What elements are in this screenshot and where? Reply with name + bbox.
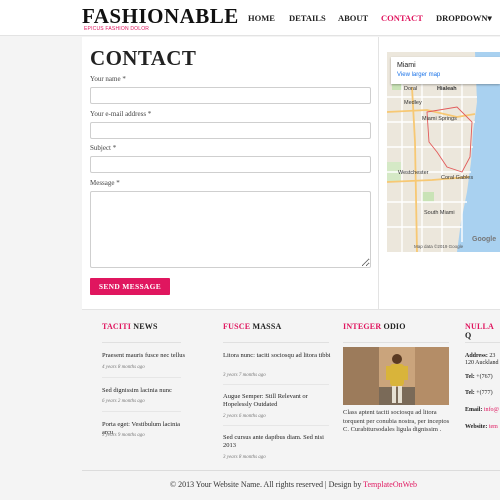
column-heading-title: NEWS [133,322,158,331]
designer-link[interactable]: TemplateOnWeb [363,480,417,489]
column-heading-news: TACITI NEWS [102,322,158,331]
massa-item-meta: 3 years 7 months ago [223,373,266,378]
view-larger-map-link[interactable]: View larger map [397,72,440,78]
send-message-button[interactable]: SEND MESSAGE [90,278,170,295]
news-item-meta: 6 years 2 months ago [102,399,145,404]
column-heading-massa: FUSCE MASSA [223,322,281,331]
tel-line-1: Tel: +(767) [465,373,493,381]
site-tagline: EPICUS FASHION DOLOR [84,26,150,32]
name-label: Your name * [90,75,126,83]
column-rule [102,342,181,343]
column-rule [465,342,500,343]
list-separator [102,377,181,378]
address-line-2: 120 Auckland [465,360,499,366]
email-field[interactable] [90,122,371,139]
map-label-westchester: Westchester [398,170,429,176]
name-field[interactable] [90,87,371,104]
column-heading-accent: FUSCE [223,322,251,331]
map-info-card: Miami View larger map [391,57,500,84]
map-label-medley: Medley [404,100,422,106]
email-line: Email: info@ [465,406,499,414]
nav-details[interactable]: DETAILS [289,13,326,23]
tel-line-2: Tel: +(777) [465,389,493,397]
news-item-link[interactable]: Sed dignissim lacinia nunc [102,387,192,395]
email-label: Email: [465,407,483,413]
fashion-photo-art [343,347,449,405]
map-city: Miami [397,62,416,69]
message-label: Message * [90,179,120,187]
website-link[interactable]: tem [489,424,498,430]
list-separator [223,384,329,385]
footer-divider [82,470,500,471]
column-heading-accent: INTEGER [343,322,382,331]
column-heading-title: Q [465,331,472,340]
column-heading-title: MASSA [252,322,282,331]
massa-item-link[interactable]: Sed cursus ante dapibus diam. Sed nisi 2… [223,434,331,450]
column-heading-odio: INTEGER ODIO [343,322,406,331]
column-heading-accent: NULLA [465,322,494,331]
news-item-meta: 3 years 9 months ago [102,433,145,438]
news-item-meta: 4 years 8 months ago [102,365,145,370]
tel-value: +(767) [476,374,493,380]
message-textarea[interactable] [90,191,371,268]
subject-field[interactable] [90,156,371,173]
odio-paragraph: Class aptent taciti sociosqu ad litora t… [343,409,450,433]
list-separator [102,411,181,412]
nav-about[interactable]: ABOUT [338,13,368,23]
email-link[interactable]: info@ [484,407,499,413]
fashion-photo[interactable] [343,347,449,405]
map-label-coral-gables: Coral Gables [441,175,474,181]
list-separator [223,425,329,426]
massa-item-link[interactable]: Litora nunc: taciti sociosqu ad litora t… [223,352,331,360]
nav-dropdown[interactable]: DROPDOWN▾ [436,13,492,24]
map-label-miami-springs: Miami Springs [422,116,457,122]
massa-item-meta: 2 years 6 months ago [223,414,266,419]
tel-value: +(777) [476,390,493,396]
page-title: CONTACT [90,46,197,70]
main-nav: HOME DETAILS ABOUT CONTACT DROPDOWN▾ [0,13,500,25]
copyright: © 2013 Your Website Name. All rights res… [170,480,417,489]
column-rule [223,342,329,343]
column-rule [343,342,449,343]
column-heading-accent: TACITI [102,322,132,331]
massa-item-link[interactable]: Augue Semper: Still Relevant or Hopeless… [223,393,331,409]
column-heading-title: ODIO [383,322,406,331]
tel-label: Tel: [465,390,475,396]
nav-home[interactable]: HOME [248,13,275,23]
nav-contact[interactable]: CONTACT [381,13,423,23]
website-label: Website: [465,424,488,430]
site-header: FASHIONABLE EPICUS FASHION DOLOR HOME DE… [0,0,500,36]
massa-item-meta: 3 years 8 months ago [223,455,266,460]
news-item-link[interactable]: Praesent mauris fusce nec tellus [102,352,192,360]
column-heading-nulla: NULLA Q [465,322,500,340]
content-bottom-border [82,309,500,310]
map-attribution: Map data ©2019 Google [414,244,464,249]
copyright-text: © 2013 Your Website Name. All rights res… [170,480,364,489]
map-label-hialeah-area: Doral [404,86,418,92]
subject-label: Subject * [90,144,117,152]
email-label: Your e-mail address * [90,110,152,118]
content-divider [378,37,379,309]
map-label-south-miami: South Miami [424,210,455,216]
tel-label: Tel: [465,374,475,380]
website-line: Website: tem [465,423,498,431]
google-logo: Google [472,236,497,243]
map-label-hialeah: Hialeah [437,86,457,92]
